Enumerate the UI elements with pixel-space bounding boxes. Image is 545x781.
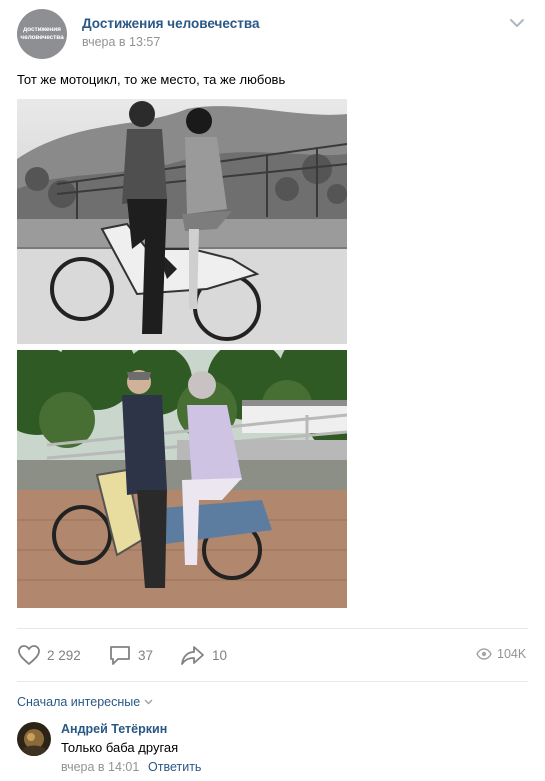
chevron-down-icon[interactable]	[508, 14, 526, 32]
comments-sort-label: Сначала интересные	[17, 695, 141, 709]
divider	[17, 628, 528, 629]
share-button[interactable]: 10	[180, 643, 227, 667]
like-button[interactable]: 2 292	[17, 643, 81, 667]
chevron-down-icon	[144, 699, 153, 705]
like-count: 2 292	[47, 647, 81, 663]
comment-text: Только баба другая	[61, 740, 179, 755]
reply-link[interactable]: Ответить	[148, 760, 201, 774]
group-name-link[interactable]: Достижения человечества	[82, 16, 259, 31]
heart-icon	[18, 645, 40, 666]
comment-author-link[interactable]: Андрей Тетёркин	[61, 722, 167, 736]
post-photo-new[interactable]	[17, 350, 347, 608]
comment-button[interactable]: 37	[108, 643, 153, 667]
avatar-text-line1: достижения	[23, 26, 61, 33]
comment-count: 37	[138, 647, 154, 663]
post-text: Тот же мотоцикл, то же место, та же любо…	[17, 72, 286, 87]
views-count: 104K	[497, 647, 527, 661]
comment-time[interactable]: вчера в 14:01	[61, 760, 139, 774]
commenter-avatar[interactable]	[17, 722, 51, 756]
comments-sort-dropdown[interactable]: Сначала интересные	[17, 695, 153, 709]
eye-icon	[476, 648, 492, 660]
views-counter: 104K	[476, 647, 526, 661]
post-time[interactable]: вчера в 13:57	[82, 35, 160, 49]
post-photo-old[interactable]	[17, 99, 347, 344]
group-avatar[interactable]: достижения человечества	[17, 9, 67, 59]
divider	[17, 681, 528, 682]
share-count: 10	[212, 647, 228, 663]
share-icon	[181, 646, 204, 665]
avatar-text-line2: человечества	[20, 34, 64, 41]
comment-icon	[110, 646, 130, 665]
